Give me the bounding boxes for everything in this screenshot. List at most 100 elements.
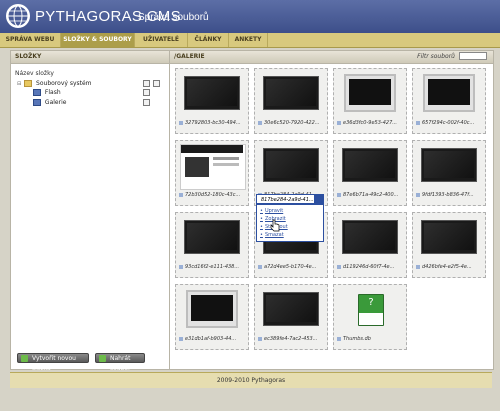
upload-file-button[interactable]: Nahrát soubor	[95, 353, 145, 372]
edit-folder-icon[interactable]	[143, 89, 150, 96]
subfolder-icon	[33, 99, 41, 106]
main-content: SLOŽKY Název složky ⊟ Souborový systém F…	[10, 50, 494, 372]
file-icon	[337, 120, 341, 125]
folder-icon	[24, 80, 33, 87]
file-actions-menu: Upravit Zobrazit Stáhnout Smazat	[256, 204, 324, 242]
add-folder-icon	[21, 355, 28, 362]
file-thumbnail[interactable]	[259, 144, 323, 188]
file-item[interactable]: d426bfe4-e2f5-4e...	[412, 212, 486, 278]
file-icon	[416, 264, 420, 269]
file-icon	[179, 264, 183, 269]
tab-uzivatele[interactable]: UŽIVATELÉ	[135, 33, 188, 47]
file-name: d119246d-60f7-4e...	[337, 264, 407, 270]
file-item[interactable]: 30e6c520-7920-422...	[254, 68, 328, 134]
file-thumbnail[interactable]	[417, 72, 481, 116]
file-name: 87e6b71a-49c2-400...	[337, 192, 407, 198]
page-subtitle: Správa souborů	[138, 12, 209, 23]
file-actions-select[interactable]: 817be284-2a9d-41...	[256, 194, 324, 204]
footer: 2009-2010 Pythagoras	[10, 372, 492, 388]
tree-item-flash[interactable]: Flash	[33, 88, 61, 98]
globe-logo-icon	[6, 4, 30, 28]
file-item[interactable]: ? Thumbs.db	[333, 284, 407, 350]
file-name: Thumbs.db	[337, 336, 407, 342]
main-tabs: SPRÁVA WEBU SLOŽKY & SOUBORY UŽIVATELÉ Č…	[0, 33, 500, 48]
file-icon	[416, 120, 420, 125]
file-name: e31db1af-b903-44...	[179, 336, 249, 342]
file-name-text: 657f294c-002f-40c...	[422, 120, 475, 126]
file-icon	[179, 336, 183, 341]
tree-item-galerie[interactable]: Galerie	[33, 98, 66, 108]
file-thumbnail[interactable]	[180, 288, 244, 332]
file-thumbnail[interactable]	[338, 144, 402, 188]
tab-clanky[interactable]: ČLÁNKY	[188, 33, 229, 47]
tree-item-label: Galerie	[44, 99, 67, 106]
file-name: e36d3fc0-9e53-427...	[337, 120, 407, 126]
app-header: PYTHAGORAS CMS Správa souborů	[0, 0, 500, 33]
file-name-text: a72d4ee5-b170-4e...	[264, 264, 317, 270]
file-thumbnail[interactable]	[180, 216, 244, 260]
expand-toggle-icon[interactable]: ⊟	[17, 81, 21, 87]
file-name-text: 72b30d52-180c-43c...	[185, 192, 241, 198]
file-thumbnail[interactable]	[180, 72, 244, 116]
file-name: 9fdf1393-b836-47f...	[416, 192, 486, 198]
tab-sprava-webu[interactable]: SPRÁVA WEBU	[0, 33, 61, 47]
file-thumbnail[interactable]	[338, 216, 402, 260]
tab-slozky-soubory[interactable]: SLOŽKY & SOUBORY	[61, 33, 135, 47]
edit-folder-icon[interactable]	[143, 99, 150, 106]
file-item[interactable]: e31db1af-b903-44...	[175, 284, 249, 350]
file-item[interactable]: d119246d-60f7-4e...	[333, 212, 407, 278]
file-thumbnail[interactable]	[338, 72, 402, 116]
file-item[interactable]: 32792803-bc30-494...	[175, 68, 249, 134]
file-item[interactable]: 72b30d52-180c-43c...	[175, 140, 249, 206]
menu-item-edit[interactable]: Upravit	[260, 208, 283, 214]
file-item[interactable]: 93cd16f2-e111-438...	[175, 212, 249, 278]
subfolder-icon	[33, 89, 41, 96]
file-item[interactable]: e36d3fc0-9e53-427...	[333, 68, 407, 134]
file-thumbnail[interactable]	[180, 144, 246, 190]
add-folder-icon[interactable]	[153, 80, 160, 87]
folders-panel: SLOŽKY Název složky ⊟ Souborový systém F…	[11, 51, 170, 372]
file-name: 72b30d52-180c-43c...	[179, 192, 249, 198]
file-thumbnail[interactable]	[259, 288, 323, 332]
chevron-down-icon[interactable]	[314, 195, 323, 203]
menu-item-delete[interactable]: Smazat	[260, 232, 284, 238]
file-name: ec389fe4-7ac2-453...	[258, 336, 328, 342]
file-name-text: d119246d-60f7-4e...	[343, 264, 395, 270]
file-name-text: 93cd16f2-e111-438...	[185, 264, 240, 270]
file-icon	[337, 192, 341, 197]
file-icon	[258, 120, 262, 125]
tree-item-label: Souborový systém	[36, 80, 92, 87]
tab-ankety[interactable]: ANKETY	[229, 33, 268, 47]
file-name-text: ec389fe4-7ac2-453...	[264, 336, 318, 342]
file-thumbnail[interactable]	[417, 216, 481, 260]
file-name: 657f294c-002f-40c...	[416, 120, 486, 126]
file-item[interactable]: 657f294c-002f-40c...	[412, 68, 486, 134]
file-icon	[179, 120, 183, 125]
file-name-text: e36d3fc0-9e53-427...	[343, 120, 398, 126]
edit-folder-icon[interactable]	[143, 80, 150, 87]
file-name: 32792803-bc30-494...	[179, 120, 249, 126]
file-icon	[416, 192, 420, 197]
file-item[interactable]: 87e6b71a-49c2-400...	[333, 140, 407, 206]
folders-panel-header: SLOŽKY	[11, 51, 169, 64]
file-icon	[337, 264, 341, 269]
file-name-text: 32792803-bc30-494...	[185, 120, 241, 126]
file-name-text: 30e6c520-7920-422...	[264, 120, 320, 126]
file-thumbnail[interactable]	[417, 144, 481, 188]
create-folder-label: Vytvořit novou složku	[32, 355, 76, 372]
file-icon	[258, 336, 262, 341]
folder-name-column-header: Název složky	[15, 70, 54, 77]
file-grid: 32792803-bc30-494... 30e6c520-7920-422...…	[175, 68, 491, 368]
file-item[interactable]: ec389fe4-7ac2-453...	[254, 284, 328, 350]
create-folder-button[interactable]: Vytvořit novou složku	[17, 353, 89, 372]
selected-file-name: 817be284-2a9d-41...	[261, 197, 314, 203]
file-name: d426bfe4-e2f5-4e...	[416, 264, 486, 270]
filter-input[interactable]	[459, 52, 487, 60]
file-thumbnail[interactable]: ?	[338, 288, 402, 332]
file-icon	[179, 192, 183, 197]
file-thumbnail[interactable]	[259, 72, 323, 116]
app-window: PYTHAGORAS CMS Správa souborů SPRÁVA WEB…	[0, 0, 500, 411]
file-name-text: Thumbs.db	[343, 336, 371, 342]
file-item[interactable]: 9fdf1393-b836-47f...	[412, 140, 486, 206]
tree-item-label: Flash	[44, 89, 61, 96]
